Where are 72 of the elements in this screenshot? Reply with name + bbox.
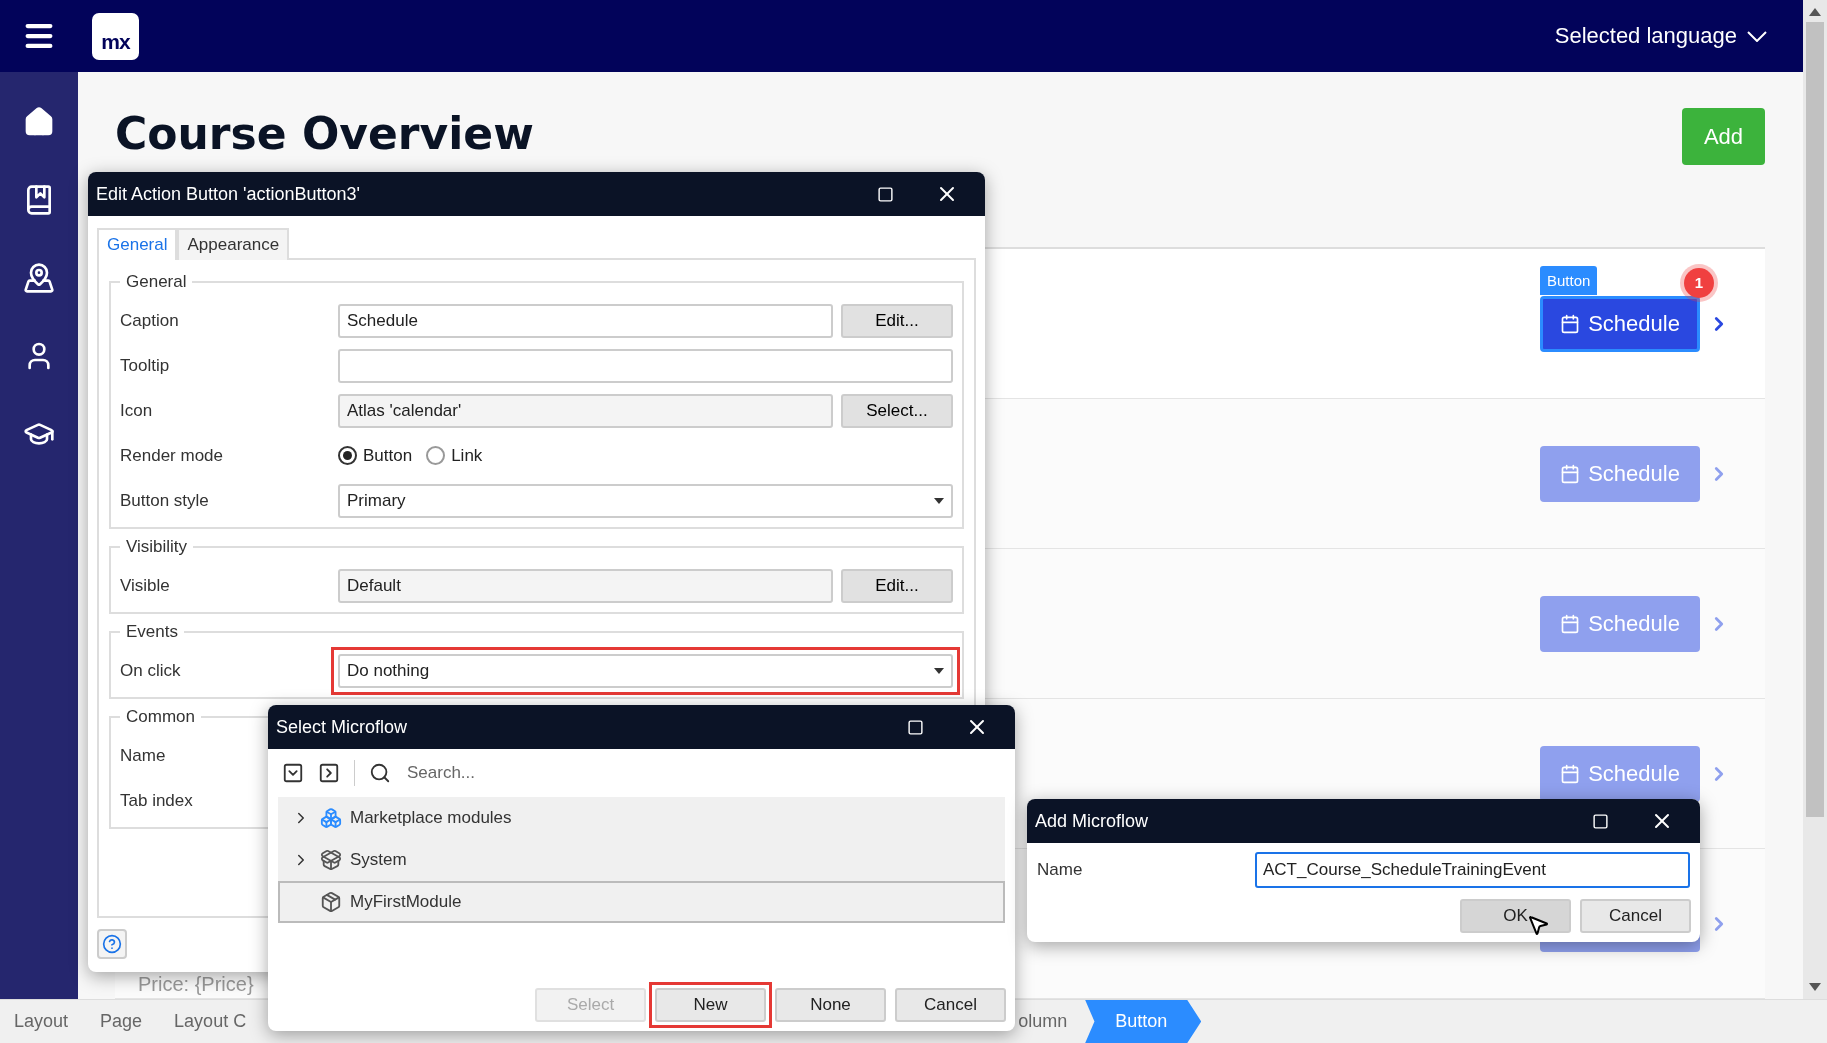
tree-item[interactable]: Marketplace modules xyxy=(278,797,1005,839)
price-text: Price: {Price} xyxy=(138,973,254,996)
text-field[interactable]: Atlas 'calendar' xyxy=(338,393,833,428)
group-legend: Visibility xyxy=(120,537,194,557)
field-label: Button style xyxy=(120,490,210,511)
breadcrumb-item[interactable]: Page xyxy=(86,1000,161,1043)
cursor-icon xyxy=(1526,913,1550,937)
text-field[interactable]: Default xyxy=(338,568,833,603)
field-label: Visible xyxy=(120,575,171,596)
chevron-down-icon xyxy=(1747,30,1767,42)
group-legend: Events xyxy=(120,622,184,642)
field-label: Name xyxy=(1037,859,1084,880)
radio-label: Button xyxy=(363,445,413,466)
dropdown-arrow-icon xyxy=(934,667,944,674)
calendar-icon xyxy=(1560,463,1581,484)
field-button[interactable]: Edit... xyxy=(841,568,953,603)
help-icon[interactable] xyxy=(97,929,127,959)
field-label: Tooltip xyxy=(120,355,171,376)
package-icon xyxy=(320,891,342,913)
dialog-button[interactable]: None xyxy=(775,988,886,1022)
dialog-button[interactable]: Cancel xyxy=(1580,899,1691,933)
field-label: On click xyxy=(120,660,182,681)
notification-badge: 1 xyxy=(1684,267,1714,298)
tree-item[interactable]: System xyxy=(278,839,1005,881)
dialog-button[interactable]: OK xyxy=(1460,899,1571,933)
text-field[interactable] xyxy=(338,348,953,383)
field-label: Caption xyxy=(120,310,180,331)
calendar-icon xyxy=(1560,763,1581,784)
group-legend: Common xyxy=(120,707,201,727)
dialog-title: Edit Action Button 'actionButton3' xyxy=(96,183,362,205)
search-field[interactable]: Search... xyxy=(405,762,1001,784)
text-field[interactable]: Schedule xyxy=(338,303,833,338)
selection-tag: Button xyxy=(1540,265,1598,295)
dropdown[interactable]: Primary xyxy=(338,483,953,518)
page-title: Course Overview xyxy=(115,108,534,159)
home-icon[interactable] xyxy=(23,106,55,138)
radio-button[interactable] xyxy=(338,446,357,465)
dropdown-arrow-icon xyxy=(934,497,944,504)
scroll-down-icon[interactable] xyxy=(1809,983,1821,991)
schedule-button[interactable]: Schedule xyxy=(1540,295,1700,352)
field-label: Icon xyxy=(120,400,154,421)
radio-label: Link xyxy=(451,445,483,466)
tree-item[interactable]: MyFirstModule xyxy=(278,881,1005,923)
logo[interactable]: mx xyxy=(92,12,139,60)
package-icon xyxy=(320,849,342,871)
expand-icon[interactable] xyxy=(318,762,340,784)
scrollbar[interactable] xyxy=(1803,0,1827,999)
map-pin-icon[interactable] xyxy=(23,262,55,294)
field-label: Render mode xyxy=(120,445,224,466)
field-button[interactable]: Select... xyxy=(841,393,953,428)
search-icon xyxy=(369,762,391,784)
language-selector[interactable]: Selected language xyxy=(1548,22,1773,50)
collapse-icon[interactable] xyxy=(282,762,304,784)
dialog-title: Add Microflow xyxy=(1035,810,1150,832)
calendar-icon xyxy=(1560,313,1581,334)
dialog-button[interactable]: Cancel xyxy=(895,988,1006,1022)
radio-button[interactable] xyxy=(426,446,446,465)
dropdown[interactable]: Do nothing xyxy=(338,653,953,688)
group-legend: General xyxy=(120,272,193,292)
dialog-title: Select Microflow xyxy=(276,716,409,738)
name-field[interactable]: ACT_Course_ScheduleTrainingEvent xyxy=(1255,851,1690,888)
tab[interactable]: Appearance xyxy=(177,228,290,260)
boxes-icon xyxy=(320,807,342,829)
dialog-button[interactable]: New xyxy=(655,988,766,1022)
calendar-icon xyxy=(1560,613,1581,634)
field-label: Tab index xyxy=(120,790,194,811)
breadcrumb-item[interactable]: Layout xyxy=(0,1000,87,1043)
tab[interactable]: General xyxy=(97,228,178,260)
field-button[interactable]: Edit... xyxy=(841,303,953,338)
breadcrumb-item[interactable]: Layout C xyxy=(160,1000,265,1043)
scroll-up-icon[interactable] xyxy=(1809,8,1821,16)
field-label: Name xyxy=(120,745,167,766)
